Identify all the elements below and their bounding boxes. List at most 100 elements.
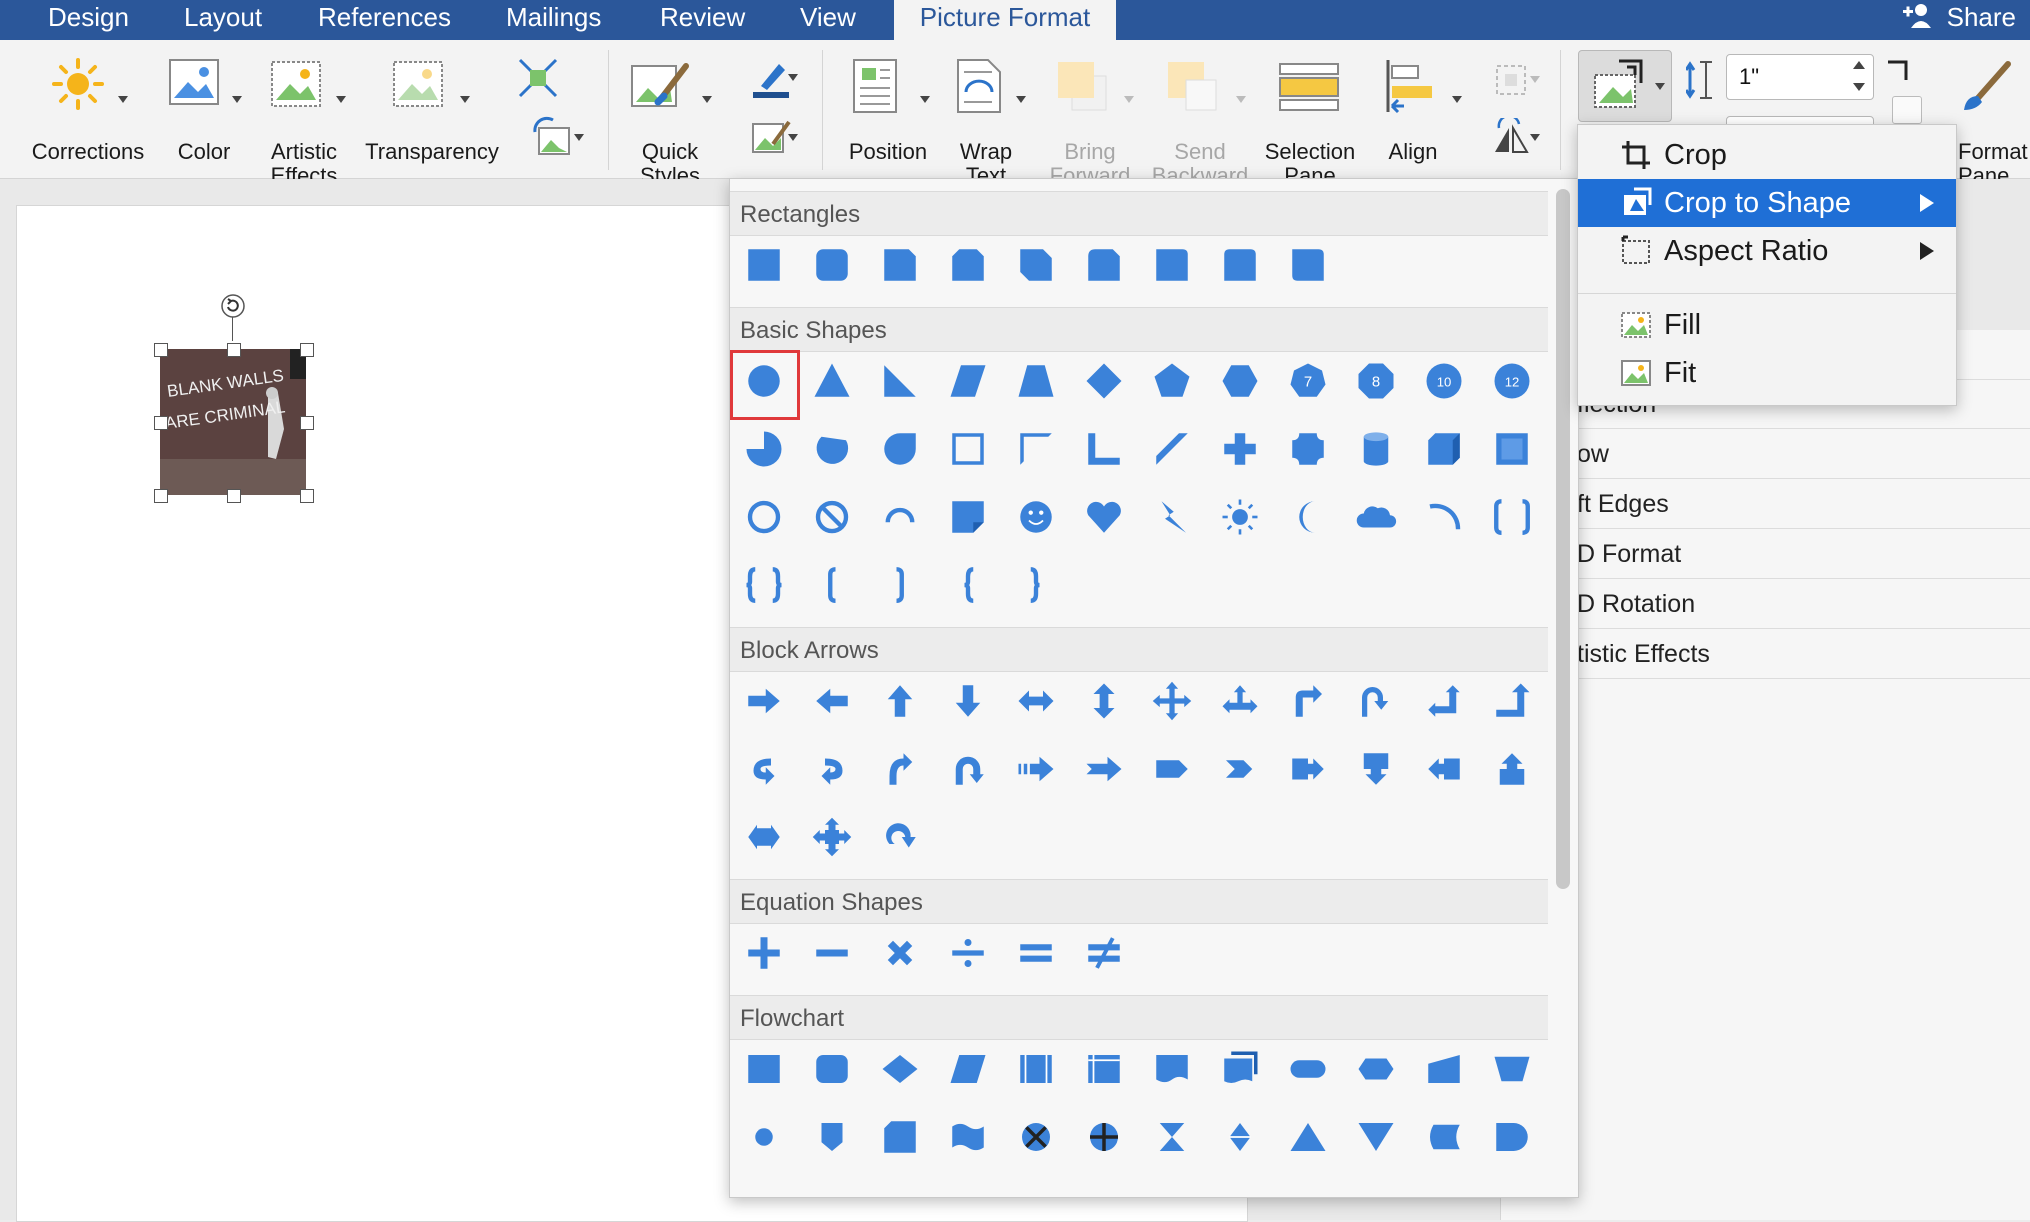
- position-button[interactable]: Position: [840, 56, 936, 166]
- tab-layout[interactable]: Layout: [184, 0, 262, 40]
- shape-fc-manual-op[interactable]: [1484, 1041, 1540, 1097]
- tab-view[interactable]: View: [800, 0, 856, 40]
- menu-item-crop-to-shape[interactable]: Crop to Shape: [1578, 179, 1956, 227]
- shape-decagon[interactable]: 10: [1416, 353, 1472, 409]
- shape-up-down-arrow[interactable]: [1076, 673, 1132, 729]
- menu-item-crop[interactable]: Crop: [1578, 131, 1956, 179]
- tab-mailings[interactable]: Mailings: [506, 0, 601, 40]
- shape-fc-predefined[interactable]: [1008, 1041, 1064, 1097]
- shape-pentagon[interactable]: [1144, 353, 1200, 409]
- shape-fc-or[interactable]: [1076, 1109, 1132, 1165]
- align-button[interactable]: Align: [1376, 56, 1476, 166]
- shape-fc-merge[interactable]: [1348, 1109, 1404, 1165]
- shape-curved-left-arrow[interactable]: [804, 741, 860, 797]
- transparency-button[interactable]: Transparency: [362, 56, 502, 166]
- shape-fc-stored-data[interactable]: [1416, 1109, 1472, 1165]
- shape-left-right-arrow[interactable]: [1008, 673, 1064, 729]
- menu-item-fill[interactable]: Fill: [1578, 301, 1956, 349]
- shape-striped-right-arrow[interactable]: [1008, 741, 1064, 797]
- pane-section-soft-edges[interactable]: ft Edges: [1501, 480, 2030, 529]
- shape-circular-arrow[interactable]: [872, 809, 928, 865]
- shape-fc-multidoc[interactable]: [1212, 1041, 1268, 1097]
- shape-left-brace[interactable]: [940, 557, 996, 613]
- shape-fc-data[interactable]: [940, 1041, 996, 1097]
- pane-section-shadow[interactable]: ow: [1501, 430, 2030, 479]
- shape-right-arrow-callout[interactable]: [1280, 741, 1336, 797]
- shape-fc-offpage[interactable]: [804, 1109, 860, 1165]
- resize-handle[interactable]: [300, 416, 314, 430]
- selection-pane-button[interactable]: Selection Pane: [1262, 56, 1358, 188]
- shape-fc-connector[interactable]: [736, 1109, 792, 1165]
- group-button[interactable]: [1480, 60, 1542, 100]
- shape-fc-collate[interactable]: [1144, 1109, 1200, 1165]
- shape-arc[interactable]: [1416, 489, 1472, 545]
- shape-diamond[interactable]: [1076, 353, 1132, 409]
- color-button[interactable]: Color: [166, 56, 246, 166]
- shape-cloud[interactable]: [1348, 489, 1404, 545]
- resize-handle[interactable]: [154, 416, 168, 430]
- share-button[interactable]: Share: [1903, 0, 2016, 36]
- shape-curved-up-arrow[interactable]: [872, 741, 928, 797]
- shape-fc-internal[interactable]: [1076, 1041, 1132, 1097]
- menu-item-fit[interactable]: Fit: [1578, 349, 1956, 397]
- shape-bevel[interactable]: [1484, 421, 1540, 477]
- shape-diagonal-stripe[interactable]: [1144, 421, 1200, 477]
- shape-sun[interactable]: [1212, 489, 1268, 545]
- rotate-button[interactable]: [1480, 114, 1542, 158]
- pane-section-artistic-effects[interactable]: tistic Effects: [1501, 630, 2030, 679]
- shape-block-arc[interactable]: [872, 489, 928, 545]
- shape-left-right-up-arrow[interactable]: [1212, 673, 1268, 729]
- shape-donut[interactable]: [736, 489, 792, 545]
- shape-curved-right-arrow[interactable]: [736, 741, 792, 797]
- shape-fc-manual-input[interactable]: [1416, 1041, 1472, 1097]
- shape-round-two-corner[interactable]: [1212, 237, 1268, 293]
- shape-fc-card[interactable]: [872, 1109, 928, 1165]
- shape-pie[interactable]: [736, 421, 792, 477]
- height-input[interactable]: 1": [1726, 54, 1874, 100]
- shape-heart[interactable]: [1076, 489, 1132, 545]
- shape-left-right-arrow-callout[interactable]: [736, 809, 792, 865]
- lock-aspect-checkbox[interactable]: [1892, 96, 1922, 124]
- shape-bent-arrow[interactable]: [1280, 673, 1336, 729]
- selected-picture[interactable]: BLANK WALLS ARE CRIMINAL: [154, 294, 314, 503]
- crop-button[interactable]: [1578, 50, 1672, 122]
- shape-hexagon[interactable]: [1212, 353, 1268, 409]
- shape-right-bracket[interactable]: [872, 557, 928, 613]
- picture-border-button[interactable]: [738, 56, 804, 100]
- quick-styles-button[interactable]: Quick Styles: [628, 56, 724, 188]
- shape-double-bracket[interactable]: [1484, 489, 1540, 545]
- shape-lightning[interactable]: [1144, 489, 1200, 545]
- shape-can[interactable]: [1348, 421, 1404, 477]
- shape-moon[interactable]: [1280, 489, 1336, 545]
- tab-review[interactable]: Review: [660, 0, 745, 40]
- shape-fc-document[interactable]: [1144, 1041, 1200, 1097]
- shape-fc-terminator[interactable]: [1280, 1041, 1336, 1097]
- resize-handle[interactable]: [227, 343, 241, 357]
- shape-fc-alternate[interactable]: [804, 1041, 860, 1097]
- resize-handle[interactable]: [227, 489, 241, 503]
- shape-no-symbol[interactable]: [804, 489, 860, 545]
- shape-math-equal[interactable]: [1008, 925, 1064, 981]
- stepper-up-icon[interactable]: [1853, 61, 1865, 69]
- shape-bent-up-arrow[interactable]: [1484, 673, 1540, 729]
- shape-heptagon[interactable]: 7: [1280, 353, 1336, 409]
- shape-quad-arrow[interactable]: [1144, 673, 1200, 729]
- shape-teardrop[interactable]: [872, 421, 928, 477]
- shape-math-plus[interactable]: [736, 925, 792, 981]
- corrections-button[interactable]: Corrections: [26, 56, 150, 166]
- shape-right-brace[interactable]: [1008, 557, 1064, 613]
- send-backward-button[interactable]: Send Backward: [1148, 56, 1252, 188]
- shape-frame[interactable]: [940, 421, 996, 477]
- shape-math-multiply[interactable]: [872, 925, 928, 981]
- rotate-handle-icon[interactable]: [220, 293, 246, 319]
- tab-design[interactable]: Design: [48, 0, 129, 40]
- resize-handle[interactable]: [154, 489, 168, 503]
- shape-snip-diagonal[interactable]: [1008, 237, 1064, 293]
- shape-fc-delay[interactable]: [1484, 1109, 1540, 1165]
- shape-fc-tape[interactable]: [940, 1109, 996, 1165]
- shape-left-bracket[interactable]: [804, 557, 860, 613]
- shape-right-triangle[interactable]: [872, 353, 928, 409]
- shape-fc-extract[interactable]: [1280, 1109, 1336, 1165]
- resize-handle[interactable]: [300, 343, 314, 357]
- resize-handle[interactable]: [154, 343, 168, 357]
